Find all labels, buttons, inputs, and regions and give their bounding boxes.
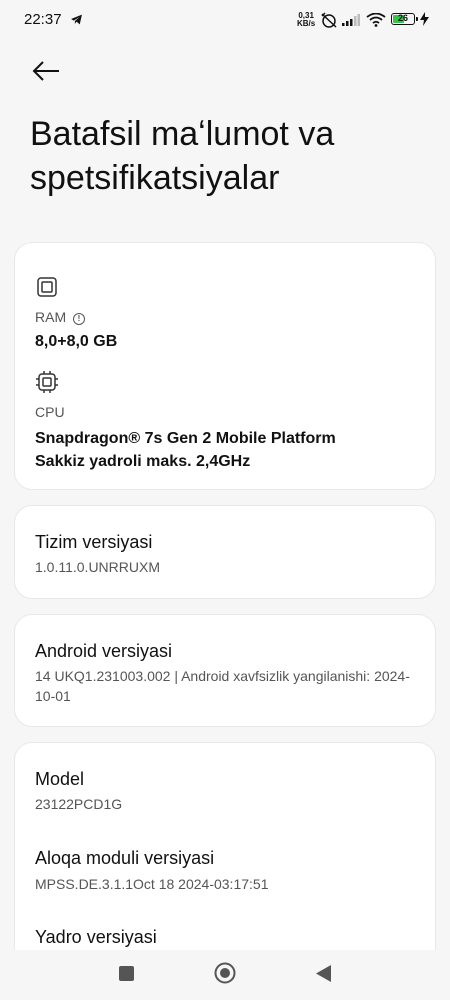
android-version-title: Android versiyasi — [35, 641, 173, 661]
model-value: 23122PCD1G — [35, 796, 123, 812]
system-version-card[interactable]: Tizim versiyasi 1.0.11.0.UNRRUXM — [14, 505, 436, 599]
android-version-value: 14 UKQ1.231003.002 | Android xavfsizlik … — [35, 668, 410, 704]
battery-indicator: 26 — [391, 13, 418, 25]
wifi-icon — [366, 13, 386, 27]
network-speed-unit: KB/s — [297, 19, 316, 28]
ram-label-row: RAM ! — [35, 309, 86, 325]
system-version-value: 1.0.11.0.UNRRUXM — [35, 559, 161, 575]
back-triangle-icon[interactable] — [316, 965, 331, 982]
battery-level: 26 — [397, 13, 408, 23]
network-speed: 0,31 KB/s — [297, 12, 315, 28]
recents-square-icon[interactable] — [119, 966, 134, 981]
signal-icon — [342, 14, 360, 26]
device-info-card: Model 23122PCD1G Aloqa moduli versiyasi … — [14, 742, 436, 972]
baseband-value: MPSS.DE.3.1.1Oct 18 2024-03:17:51 — [35, 876, 269, 892]
processor-chip-icon — [36, 371, 58, 393]
telegram-icon — [71, 14, 82, 25]
status-time: 22:37 — [24, 11, 62, 28]
memory-chip-icon — [37, 277, 57, 297]
navigation-bar — [0, 950, 450, 1000]
cpu-label: CPU — [35, 404, 65, 420]
kernel-title[interactable]: Yadro versiyasi — [35, 927, 157, 948]
baseband-title: Aloqa moduli versiyasi — [35, 848, 215, 868]
cpu-value-line1: Snapdragon® 7s Gen 2 Mobile Platform — [35, 430, 336, 447]
home-circle-icon[interactable] — [214, 962, 236, 984]
ram-value: 8,0+8,0 GB — [35, 333, 118, 350]
hardware-card: RAM ! 8,0+8,0 GB CPU Snapdragon® 7s Gen … — [14, 242, 436, 490]
ram-label: RAM — [35, 309, 67, 325]
system-version-title: Tizim versiyasi — [35, 532, 153, 552]
android-version-card[interactable]: Android versiyasi 14 UKQ1.231003.002 | A… — [14, 614, 436, 727]
back-arrow-icon[interactable] — [30, 57, 62, 85]
page-title: Batafsil maʻlumot va spetsifikatsiyalar — [30, 115, 335, 197]
charging-icon — [420, 12, 429, 26]
model-title: Model — [35, 769, 85, 789]
alarm-off-icon — [321, 12, 337, 28]
info-icon[interactable]: ! — [73, 313, 86, 325]
status-bar: 22:37 0,31 KB/s 26 — [0, 0, 450, 40]
cpu-value-line2: Sakkiz yadroli maks. 2,4GHz — [35, 453, 251, 470]
